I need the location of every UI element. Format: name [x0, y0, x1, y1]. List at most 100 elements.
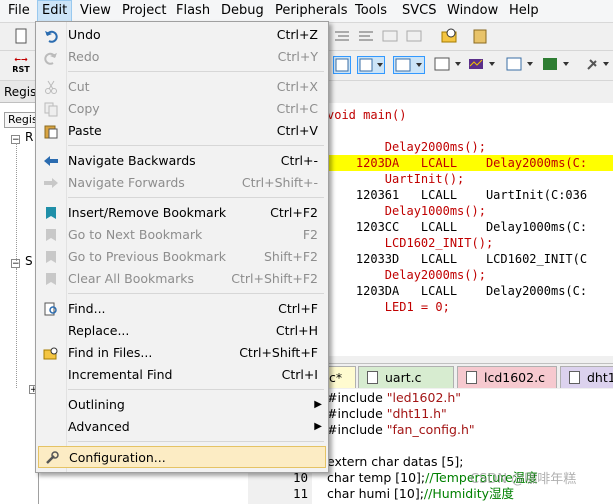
- find-in-files-icon: [43, 345, 59, 361]
- menu-svcs[interactable]: SVCS: [402, 0, 436, 22]
- menu-item-label: Redo: [68, 49, 100, 64]
- disassembly-line[interactable]: LED1 = 0;: [327, 299, 613, 315]
- disassembly-line[interactable]: Delay2000ms();: [327, 267, 613, 283]
- menu-item-label: Paste: [68, 123, 102, 138]
- menu-item-label: Replace...: [68, 323, 130, 338]
- menu-item-shortcut: Ctrl+C: [276, 101, 318, 116]
- menu-separator: [68, 145, 324, 146]
- code-line[interactable]: #include "fan_config.h": [327, 422, 475, 438]
- tree-node-label: S: [25, 254, 33, 268]
- new-file-icon[interactable]: [12, 27, 30, 45]
- menu-project[interactable]: Project: [122, 0, 166, 22]
- reset-label: RST: [12, 65, 30, 74]
- menu-item-navigate-backwards[interactable]: Navigate Backwards Ctrl+-: [38, 150, 326, 172]
- menu-item-find-in-files[interactable]: Find in Files... Ctrl+Shift+F: [38, 342, 326, 364]
- symbols-window-button[interactable]: [357, 56, 385, 74]
- line-number: 11: [292, 486, 308, 501]
- menu-edit[interactable]: Edit: [37, 0, 73, 22]
- menu-item-label: Navigate Forwards: [68, 175, 185, 190]
- register-column-header[interactable]: Register: [4, 112, 36, 128]
- menu-item-navigate-forwards[interactable]: Navigate Forwards Ctrl+Shift+-: [38, 172, 326, 194]
- unindent-icon[interactable]: [357, 27, 375, 45]
- menu-item-undo[interactable]: Undo Ctrl+Z: [38, 24, 326, 46]
- menu-item-label: Advanced: [68, 419, 130, 434]
- memory-window-button[interactable]: [505, 56, 535, 74]
- menu-item-shortcut: Ctrl+I: [281, 367, 318, 382]
- code-string: "fan_config.h": [386, 422, 475, 437]
- menu-window[interactable]: Window: [447, 0, 498, 22]
- disassembly-line[interactable]: void main(): [327, 107, 613, 123]
- menu-view[interactable]: View: [80, 0, 111, 22]
- reset-cpu-button[interactable]: ←→ RST: [10, 55, 32, 77]
- serial-window-button[interactable]: [541, 56, 571, 74]
- disassembly-line[interactable]: LCD1602_INIT();: [327, 235, 613, 251]
- menu-item-clear-all-bookmarks[interactable]: Clear All Bookmarks Ctrl+Shift+F2: [38, 268, 326, 290]
- tools-button[interactable]: [585, 56, 613, 74]
- tab-lcd1602-c[interactable]: lcd1602.c: [457, 366, 557, 388]
- registers-window-button[interactable]: [393, 56, 425, 74]
- menu-item-cut[interactable]: Cut Ctrl+X: [38, 76, 326, 98]
- disassembly-line[interactable]: Delay1000ms();: [327, 203, 613, 219]
- tree-line: [16, 143, 18, 261]
- arrow-right-icon: [43, 175, 59, 191]
- menu-peripherals[interactable]: Peripherals: [275, 0, 348, 22]
- code-text: #include: [327, 406, 387, 421]
- disassembly-line[interactable]: Delay2000ms();: [327, 139, 613, 155]
- menu-tools[interactable]: Tools: [355, 0, 387, 22]
- menu-item-label: Incremental Find: [68, 367, 173, 382]
- menu-item-insert-remove-bookmark[interactable]: Insert/Remove Bookmark Ctrl+F2: [38, 202, 326, 224]
- disassembly-window[interactable]: void main() Delay2000ms(); 1203DA LCALL …: [326, 103, 613, 356]
- menu-item-paste[interactable]: Paste Ctrl+V: [38, 120, 326, 142]
- watermark: CSDN @咖啡年糕: [470, 472, 577, 487]
- code-line[interactable]: char humi [10];//Humidity湿度: [327, 486, 514, 502]
- code-line[interactable]: #include "dht11.h": [327, 406, 447, 422]
- menu-item-replace[interactable]: Replace... Ctrl+H: [38, 320, 326, 342]
- menu-item-advanced[interactable]: Advanced ▶: [38, 416, 326, 438]
- tab-main-c[interactable]: c*: [326, 366, 356, 388]
- menu-help[interactable]: Help: [509, 0, 539, 22]
- disassembly-line[interactable]: 1203CC LCALL Delay1000ms(C:: [327, 219, 613, 235]
- comment-icon[interactable]: [381, 27, 399, 45]
- menu-item-configuration[interactable]: Configuration...: [38, 446, 326, 468]
- wrench-icon: [44, 450, 60, 466]
- disassembly-current-line[interactable]: 1203DA LCALL Delay2000ms(C:: [327, 155, 613, 171]
- menu-item-incremental-find[interactable]: Incremental Find Ctrl+I: [38, 364, 326, 386]
- prev-bookmark-icon: [43, 249, 59, 265]
- menu-item-shortcut: Ctrl+X: [276, 79, 318, 94]
- disassembly-window-button[interactable]: [333, 56, 351, 74]
- tab-uart-c[interactable]: uart.c: [358, 366, 454, 388]
- uncomment-icon[interactable]: [405, 27, 423, 45]
- menu-item-redo[interactable]: Redo Ctrl+Y: [38, 46, 326, 68]
- menu-item-go-to-next-bookmark[interactable]: Go to Next Bookmark F2: [38, 224, 326, 246]
- disassembly-line[interactable]: 1203DA LCALL Delay2000ms(C:: [327, 283, 613, 299]
- disassembly-line[interactable]: [327, 123, 613, 139]
- disassembly-line[interactable]: UartInit();: [327, 171, 613, 187]
- paste-toolbar-icon[interactable]: [471, 27, 489, 45]
- call-stack-window-button[interactable]: [433, 56, 463, 74]
- code-text: extern char datas [5];: [327, 454, 464, 469]
- watch-window-button[interactable]: [467, 56, 497, 74]
- menu-item-outlining[interactable]: Outlining ▶: [38, 394, 326, 416]
- menu-flash[interactable]: Flash: [176, 0, 210, 22]
- menu-debug[interactable]: Debug: [221, 0, 264, 22]
- code-text: #include: [327, 422, 387, 437]
- tab-label: lcd1602.c: [484, 370, 545, 385]
- menu-item-go-to-previous-bookmark[interactable]: Go to Previous Bookmark Shift+F2: [38, 246, 326, 268]
- tab-dht11-c[interactable]: dht11.c: [560, 366, 613, 388]
- code-line[interactable]: #include "led1602.h": [327, 390, 461, 406]
- code-string: "dht11.h": [386, 406, 447, 421]
- find-in-files-toolbar-icon[interactable]: [440, 27, 458, 45]
- menu-item-label: Find...: [68, 301, 106, 316]
- indent-icon[interactable]: [333, 27, 351, 45]
- menu-item-find[interactable]: Find... Ctrl+F: [38, 298, 326, 320]
- code-line[interactable]: extern char datas [5];: [327, 454, 463, 470]
- menu-separator: [68, 389, 324, 390]
- editor-tab-bar: c* uart.c lcd1602.c dht11.c: [326, 363, 613, 388]
- code-comment: //Humidity湿度: [423, 486, 515, 501]
- menu-file[interactable]: File: [8, 0, 30, 22]
- menu-item-copy[interactable]: Copy Ctrl+C: [38, 98, 326, 120]
- edit-menu: Undo Ctrl+Z Redo Ctrl+Y Cut Ctrl+X Copy Ctrl+C P…: [35, 21, 329, 473]
- menu-item-label: Configuration...: [69, 450, 166, 465]
- disassembly-line[interactable]: 120361 LCALL UartInit(C:036: [327, 187, 613, 203]
- disassembly-line[interactable]: 12033D LCALL LCD1602_INIT(C: [327, 251, 613, 267]
